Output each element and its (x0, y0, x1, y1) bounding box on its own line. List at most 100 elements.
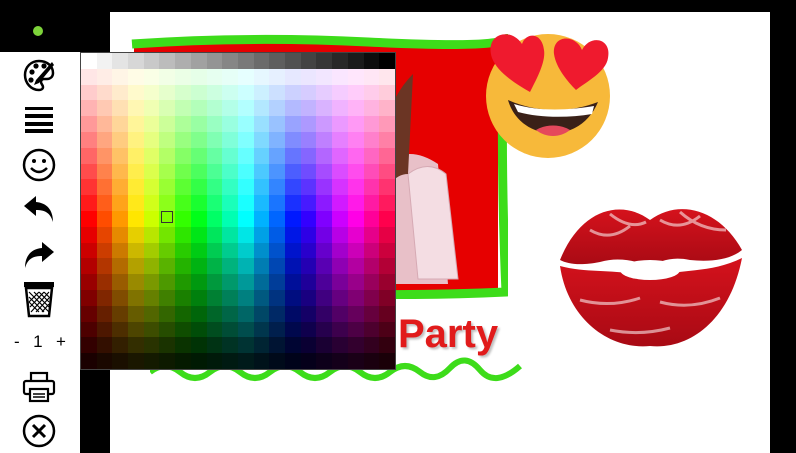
color-swatch[interactable] (222, 226, 238, 243)
color-swatch[interactable] (332, 274, 348, 290)
color-swatch[interactable] (363, 211, 380, 227)
color-swatch[interactable] (175, 116, 191, 132)
color-swatch[interactable] (190, 100, 207, 117)
color-swatch[interactable] (316, 258, 333, 275)
color-swatch[interactable] (222, 242, 238, 259)
color-swatch[interactable] (347, 68, 364, 85)
color-swatch[interactable] (112, 258, 129, 275)
color-swatch[interactable] (222, 337, 238, 354)
color-swatch[interactable] (300, 211, 317, 227)
color-swatch[interactable] (363, 84, 380, 101)
color-swatch[interactable] (332, 258, 348, 275)
color-swatch[interactable] (300, 337, 317, 354)
color-swatch[interactable] (300, 274, 317, 290)
color-swatch[interactable] (81, 337, 97, 354)
color-swatch[interactable] (175, 68, 191, 85)
color-swatch[interactable] (347, 242, 364, 259)
color-swatch[interactable] (112, 226, 129, 243)
color-swatch[interactable] (206, 226, 223, 243)
color-swatch[interactable] (379, 100, 395, 117)
color-swatch[interactable] (206, 132, 223, 148)
color-swatch[interactable] (316, 242, 333, 259)
color-swatch[interactable] (237, 337, 254, 354)
color-swatch[interactable] (206, 353, 223, 369)
redo-button[interactable] (18, 236, 60, 274)
color-swatch[interactable] (81, 242, 97, 259)
line-width-button[interactable] (18, 100, 60, 138)
color-swatch[interactable] (175, 321, 191, 338)
color-swatch[interactable] (143, 242, 160, 259)
color-swatch[interactable] (96, 211, 113, 227)
color-swatch[interactable] (96, 242, 113, 259)
color-swatch[interactable] (81, 305, 97, 322)
color-swatch[interactable] (143, 337, 160, 354)
color-swatch[interactable] (269, 305, 286, 322)
color-swatch[interactable] (237, 100, 254, 117)
color-swatch[interactable] (112, 179, 129, 196)
color-swatch[interactable] (379, 195, 395, 211)
color-swatch[interactable] (379, 290, 395, 306)
size-decrease-button[interactable]: - (14, 332, 20, 352)
color-swatch[interactable] (379, 258, 395, 275)
color-swatch[interactable] (285, 226, 301, 243)
color-swatch[interactable] (316, 337, 333, 354)
color-swatch[interactable] (112, 353, 129, 369)
color-swatch[interactable] (81, 258, 97, 275)
color-swatch[interactable] (175, 211, 191, 227)
color-swatch[interactable] (96, 68, 113, 85)
color-swatch[interactable] (253, 84, 270, 101)
color-swatch[interactable] (81, 290, 97, 306)
color-swatch[interactable] (81, 53, 97, 69)
color-swatch[interactable] (222, 258, 238, 275)
color-swatch[interactable] (363, 353, 380, 369)
color-swatch[interactable] (269, 68, 286, 85)
color-swatch[interactable] (222, 274, 238, 290)
color-swatch[interactable] (128, 53, 144, 69)
color-swatch[interactable] (128, 84, 144, 101)
color-swatch[interactable] (128, 353, 144, 369)
color-swatch[interactable] (112, 84, 129, 101)
color-swatch[interactable] (379, 274, 395, 290)
color-swatch[interactable] (347, 211, 364, 227)
color-swatch[interactable] (253, 211, 270, 227)
color-swatch[interactable] (175, 84, 191, 101)
color-swatch[interactable] (190, 290, 207, 306)
color-swatch[interactable] (159, 274, 176, 290)
color-swatch[interactable] (96, 226, 113, 243)
color-swatch[interactable] (316, 211, 333, 227)
color-swatch[interactable] (379, 242, 395, 259)
color-swatch[interactable] (206, 100, 223, 117)
color-swatch[interactable] (222, 68, 238, 85)
color-swatch[interactable] (237, 353, 254, 369)
color-swatch[interactable] (112, 337, 129, 354)
color-swatch[interactable] (332, 100, 348, 117)
color-swatch[interactable] (128, 337, 144, 354)
color-swatch[interactable] (81, 179, 97, 196)
color-swatch[interactable] (332, 68, 348, 85)
color-swatch[interactable] (269, 274, 286, 290)
color-swatch[interactable] (222, 179, 238, 196)
color-swatch[interactable] (269, 116, 286, 132)
color-swatch[interactable] (190, 337, 207, 354)
color-swatch[interactable] (143, 321, 160, 338)
color-swatch[interactable] (253, 53, 270, 69)
color-swatch[interactable] (159, 147, 176, 164)
color-swatch[interactable] (237, 226, 254, 243)
color-swatch[interactable] (81, 163, 97, 180)
color-swatch[interactable] (143, 53, 160, 69)
color-swatch[interactable] (269, 179, 286, 196)
color-swatch[interactable] (316, 53, 333, 69)
color-swatch[interactable] (190, 321, 207, 338)
color-swatch[interactable] (112, 53, 129, 69)
color-swatch[interactable] (237, 147, 254, 164)
color-swatch[interactable] (363, 321, 380, 338)
color-swatch[interactable] (332, 305, 348, 322)
color-swatch[interactable] (190, 147, 207, 164)
color-swatch[interactable] (222, 211, 238, 227)
color-swatch[interactable] (253, 337, 270, 354)
color-swatch[interactable] (237, 290, 254, 306)
color-swatch[interactable] (222, 116, 238, 132)
color-swatch[interactable] (269, 163, 286, 180)
color-swatch[interactable] (96, 321, 113, 338)
color-swatch[interactable] (206, 53, 223, 69)
